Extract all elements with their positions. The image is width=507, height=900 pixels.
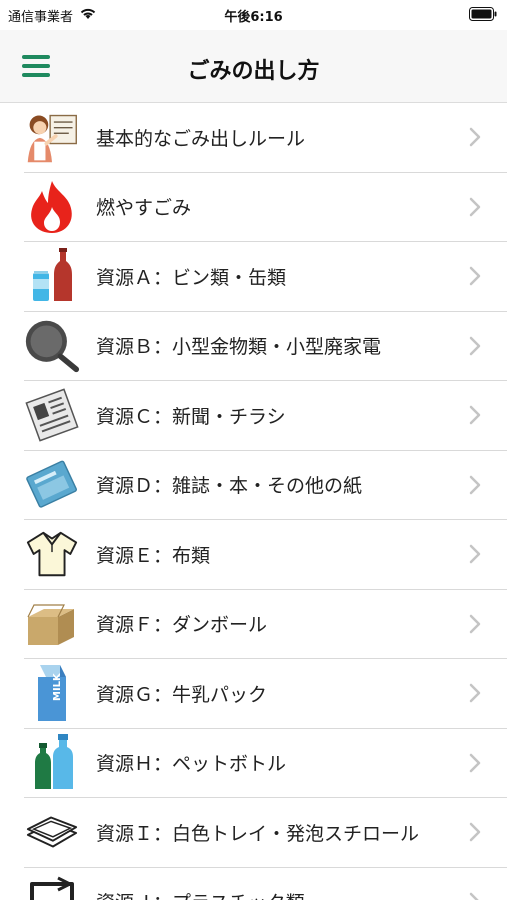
- milk-carton-icon: MILK: [24, 665, 80, 722]
- list-item-resource-i[interactable]: 資源Ｉ：白色トレイ・発泡スチロール: [24, 798, 507, 868]
- food-tray-icon: [24, 804, 80, 860]
- chevron-right-icon: [469, 336, 481, 360]
- chevron-right-icon: [469, 892, 481, 900]
- list-item-resource-f[interactable]: 資源Ｆ：ダンボール: [24, 590, 507, 659]
- shirt-icon: [24, 526, 80, 582]
- list-item-label: 資源Ｆ：ダンボール: [96, 614, 268, 637]
- list-item-label: 資源Ｃ：新聞・チラシ: [96, 405, 286, 428]
- frying-pan-icon: [24, 318, 80, 374]
- chevron-right-icon: [469, 266, 481, 290]
- chevron-right-icon: [469, 822, 481, 846]
- chevron-right-icon: [469, 753, 481, 777]
- plastic-recycle-icon: ⟲: [24, 874, 80, 900]
- chevron-right-icon: [469, 475, 481, 499]
- person-with-board-icon: [24, 109, 80, 165]
- list-item-burnable[interactable]: 燃やすごみ: [24, 173, 507, 242]
- list-item-label: 燃やすごみ: [96, 197, 192, 220]
- svg-text:MILK: MILK: [52, 672, 63, 701]
- list-item-label: 資源Ｂ：小型金物類・小型廃家電: [96, 336, 382, 359]
- cardboard-box-icon: [24, 596, 80, 652]
- navigation-bar: ごみの出し方: [0, 30, 507, 103]
- list-item-label: 資源Ｉ：白色トレイ・発泡スチロール: [96, 822, 420, 845]
- status-time: 午後6:16: [224, 10, 283, 25]
- list-item-resource-e[interactable]: 資源Ｅ：布類: [24, 520, 507, 590]
- list-item-resource-h[interactable]: 資源Ｈ：ペットボトル: [24, 729, 507, 798]
- list-item-label: 資源Ｊ：プラスチック類: [96, 888, 305, 900]
- battery-icon: [469, 7, 497, 25]
- status-bar: 通信事業者 午後6:16: [0, 0, 507, 30]
- list-item-label: 資源Ｄ：雑誌・本・その他の紙: [96, 475, 363, 498]
- pet-bottles-icon: [24, 733, 80, 791]
- list-item-basic-rules[interactable]: 基本的なごみ出しルール: [24, 103, 507, 173]
- page-title: ごみの出し方: [187, 59, 320, 84]
- chevron-right-icon: [469, 683, 481, 707]
- list-item-label: 資源Ｇ：牛乳パック: [96, 683, 268, 706]
- list-item-resource-a[interactable]: 資源Ａ：ビン類・缶類: [24, 242, 507, 312]
- chevron-right-icon: [469, 127, 481, 151]
- list-item-label: 資源Ｈ：ペットボトル: [96, 753, 287, 776]
- flame-icon: [24, 179, 80, 235]
- list-item-label: 資源Ａ：ビン類・缶類: [96, 266, 287, 289]
- garbage-category-list: 基本的なごみ出しルール 燃やすごみ 資源Ａ：ビン類・缶類 資源Ｂ：小型金物類・小…: [24, 103, 507, 900]
- list-item-resource-d[interactable]: 資源Ｄ：雑誌・本・その他の紙: [24, 451, 507, 520]
- list-item-resource-j[interactable]: ⟲ 資源Ｊ：プラスチック類: [24, 868, 507, 900]
- newspaper-icon: [24, 387, 80, 443]
- can-and-bottle-icon: [24, 248, 80, 304]
- chevron-right-icon: [469, 544, 481, 568]
- list-item-label: 基本的なごみ出しルール: [96, 127, 306, 150]
- list-item-label: 資源Ｅ：布類: [96, 544, 211, 567]
- chevron-right-icon: [469, 614, 481, 638]
- list-item-resource-c[interactable]: 資源Ｃ：新聞・チラシ: [24, 381, 507, 451]
- list-item-resource-b[interactable]: 資源Ｂ：小型金物類・小型廃家電: [24, 312, 507, 381]
- chevron-right-icon: [469, 197, 481, 221]
- list-item-resource-g[interactable]: MILK 資源Ｇ：牛乳パック: [24, 659, 507, 729]
- magazine-icon: [24, 457, 80, 513]
- chevron-right-icon: [469, 405, 481, 429]
